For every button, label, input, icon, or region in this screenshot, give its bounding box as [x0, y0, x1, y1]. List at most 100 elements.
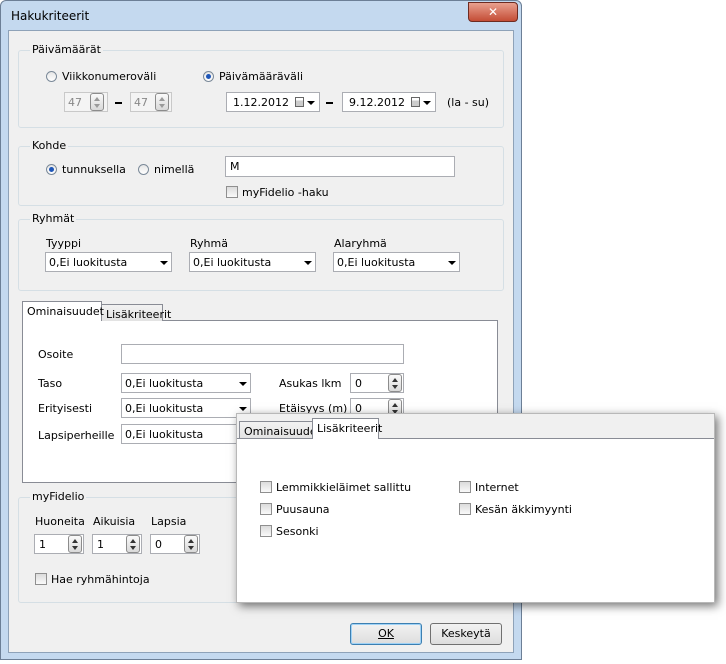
level-label: Taso [38, 377, 63, 390]
myfidelio-search-label: myFidelio -haku [242, 186, 329, 199]
group-label: Ryhmä [190, 237, 228, 250]
overlay-tab-extra-label: Lisäkriteerit [317, 422, 383, 435]
chevron-down-icon [304, 261, 312, 265]
close-button[interactable]: ✕ [468, 2, 518, 22]
chevron-down-icon [160, 261, 168, 265]
week-from-stepper[interactable]: 47 [64, 92, 108, 112]
dates-group [18, 50, 504, 128]
week-from-spin[interactable] [90, 93, 104, 111]
rooms-label: Huoneita [35, 515, 85, 528]
dates-group-label: Päivämäärät [30, 43, 103, 56]
groups-group-label: Ryhmät [30, 212, 77, 225]
type-select-value: 0,Ei luokitusta [49, 256, 128, 269]
overlay-tab-panel [237, 438, 714, 602]
date-range-dash [326, 102, 333, 104]
chevron-down-icon[interactable] [423, 101, 431, 105]
children-label: Lapsia [151, 515, 187, 528]
adults-stepper[interactable]: 1 [92, 534, 142, 554]
week-range-dash [115, 102, 122, 104]
season-checkbox[interactable] [260, 525, 272, 537]
week-to-stepper[interactable]: 47 [130, 92, 172, 112]
separately-label: Erityisesti [38, 402, 93, 415]
chevron-down-icon [239, 382, 247, 386]
calendar-icon[interactable] [411, 97, 420, 107]
internet-checkbox[interactable] [459, 481, 471, 493]
type-select[interactable]: 0,Ei luokitusta [45, 252, 172, 272]
chevron-down-icon[interactable] [307, 101, 315, 105]
overlay-tab-properties-label: Ominaisuudet [244, 425, 321, 438]
summer-sale-label: Kesän äkkimyynti [475, 503, 572, 516]
rooms-value: 1 [39, 538, 46, 551]
overlay-tab-extra[interactable]: Lisäkriteerit [312, 418, 383, 439]
by-id-label: tunnuksella [62, 163, 126, 176]
by-name-radio[interactable] [138, 164, 149, 175]
target-search-input[interactable]: M [225, 156, 455, 177]
residents-spin[interactable] [388, 374, 402, 392]
wood-sauna-label: Puusauna [276, 503, 330, 516]
rooms-stepper[interactable]: 1 [34, 534, 84, 554]
children-families-select-value: 0,Ei luokitusta [125, 428, 204, 441]
level-select[interactable]: 0,Ei luokitusta [121, 373, 251, 393]
ok-button-label: OK [378, 627, 394, 640]
extra-criteria-overlay: Ominaisuudet Lisäkriteerit Lemmikkieläim… [236, 413, 715, 603]
wood-sauna-checkbox[interactable] [260, 503, 272, 515]
address-input[interactable] [121, 344, 404, 364]
residents-label: Asukas lkm [279, 377, 342, 390]
children-families-select[interactable]: 0,Ei luokitusta [121, 424, 251, 444]
pets-allowed-label: Lemmikkieläimet sallittu [276, 481, 412, 494]
cancel-button-label: Keskeytä [441, 627, 491, 640]
adults-label: Aikuisia [93, 515, 136, 528]
date-range-label: Päivämääräväli [219, 70, 304, 83]
tab-extra-criteria[interactable]: Lisäkriteerit [101, 304, 171, 321]
chevron-down-icon [448, 261, 456, 265]
children-stepper[interactable]: 0 [150, 534, 200, 554]
tab-properties[interactable]: Ominaisuudet [22, 301, 104, 321]
separately-select-value: 0,Ei luokitusta [125, 402, 204, 415]
summer-sale-checkbox[interactable] [459, 503, 471, 515]
subgroup-select[interactable]: 0,Ei luokitusta [333, 252, 460, 272]
children-families-label: Lapsiperheille [38, 429, 115, 442]
date-from-value: 1.12.2012 [233, 96, 289, 109]
date-from-picker[interactable]: 1.12.2012 [226, 92, 320, 112]
pets-allowed-checkbox[interactable] [260, 481, 272, 493]
subgroup-select-value: 0,Ei luokitusta [337, 256, 416, 269]
internet-label: Internet [475, 481, 519, 494]
by-id-radio[interactable] [46, 164, 57, 175]
week-span-note: (la - su) [447, 96, 490, 109]
residents-stepper[interactable]: 0 [350, 373, 404, 393]
week-range-label: Viikkonumeroväli [62, 70, 157, 83]
ok-button[interactable]: OK [350, 623, 422, 645]
myfidelio-search-checkbox[interactable] [226, 186, 238, 198]
date-range-radio[interactable] [203, 71, 214, 82]
residents-value: 0 [355, 377, 362, 390]
children-spin[interactable] [184, 535, 198, 553]
group-select[interactable]: 0,Ei luokitusta [189, 252, 316, 272]
close-icon: ✕ [487, 5, 499, 19]
rooms-spin[interactable] [68, 535, 82, 553]
adults-value: 1 [97, 538, 104, 551]
by-name-label: nimellä [154, 163, 195, 176]
dialog-title: Hakukriteerit [11, 9, 90, 23]
week-range-radio[interactable] [46, 71, 57, 82]
tab-properties-label: Ominaisuudet [27, 305, 104, 318]
myfidelio-group-label: myFidelio [30, 490, 87, 503]
group-prices-label: Hae ryhmähintoja [51, 573, 150, 586]
type-label: Tyyppi [46, 237, 82, 250]
cancel-button[interactable]: Keskeytä [430, 623, 502, 645]
target-search-value: M [230, 160, 240, 173]
chevron-down-icon [239, 407, 247, 411]
week-from-value: 47 [68, 96, 82, 109]
week-to-value: 47 [134, 96, 148, 109]
season-label: Sesonki [276, 525, 319, 538]
calendar-icon[interactable] [295, 97, 304, 107]
date-to-picker[interactable]: 9.12.2012 [342, 92, 436, 112]
date-to-value: 9.12.2012 [349, 96, 405, 109]
target-group-label: Kohde [30, 139, 69, 152]
overlay-tab-properties[interactable]: Ominaisuudet [239, 421, 321, 438]
week-to-spin[interactable] [155, 93, 169, 111]
children-value: 0 [155, 538, 162, 551]
adults-spin[interactable] [126, 535, 140, 553]
tab-extra-criteria-label: Lisäkriteerit [106, 308, 172, 321]
separately-select[interactable]: 0,Ei luokitusta [121, 398, 251, 418]
group-prices-checkbox[interactable] [35, 573, 47, 585]
